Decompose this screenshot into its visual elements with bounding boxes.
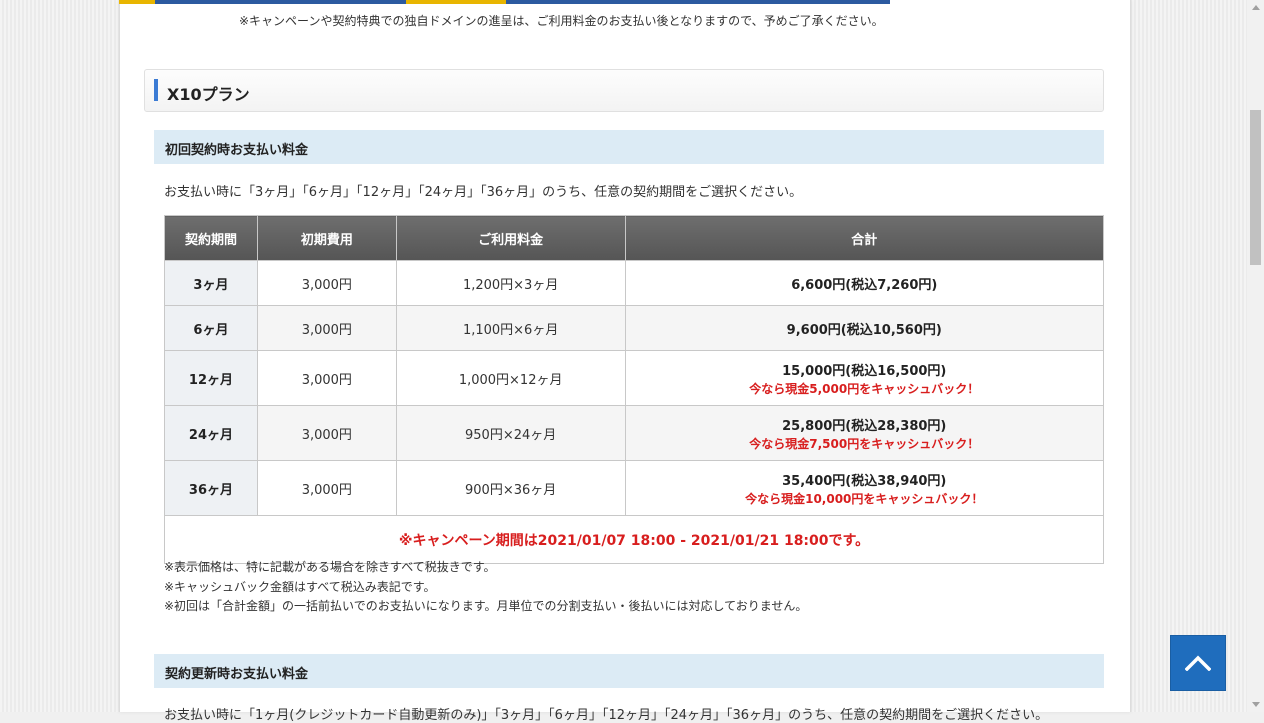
table-header-row: 契約期間 初期費用 ご利用料金 合計 (164, 215, 1105, 261)
header-usage-fee: ご利用料金 (395, 215, 626, 261)
cashback-label: 今なら現金7,500円をキャッシュバック！ (749, 436, 980, 451)
header-period: 契約期間 (164, 215, 258, 261)
row-total: 25,800円(税込28,380円) 今なら現金7,500円をキャッシュバック！ (624, 405, 1105, 461)
cashback-label: 今なら現金5,000円をキャッシュバック！ (749, 381, 980, 396)
row-setup-fee: 3,000円 (256, 350, 397, 406)
table-row: 12ヶ月 3,000円 1,000円×12ヶ月 15,000円(税込16,500… (164, 350, 1105, 406)
back-to-top-button[interactable] (1170, 635, 1226, 691)
row-usage-fee: 1,100円×6ヶ月 (395, 305, 626, 351)
row-period: 24ヶ月 (164, 405, 258, 461)
row-setup-fee: 3,000円 (256, 405, 397, 461)
chevron-up-icon (1185, 655, 1211, 671)
row-setup-fee: 3,000円 (256, 260, 397, 306)
row-total-amount: 9,600円(税込10,560円) (786, 322, 942, 338)
campaign-row: ※キャンペーン期間は2021/01/07 18:00 - 2021/01/21 … (164, 515, 1104, 564)
row-total: 15,000円(税込16,500円) 今なら現金5,000円をキャッシュバック！ (624, 350, 1105, 406)
table-row: 36ヶ月 3,000円 900円×36ヶ月 35,400円(税込38,940円)… (164, 460, 1105, 516)
initial-payment-intro: お支払い時に「3ヶ月」「6ヶ月」「12ヶ月」「24ヶ月」「36ヶ月」のうち、任意… (164, 185, 803, 200)
table-row: 6ヶ月 3,000円 1,100円×6ヶ月 9,600円(税込10,560円) (164, 305, 1105, 351)
scroll-down-arrow-icon[interactable] (1252, 702, 1260, 707)
row-total: 6,600円(税込7,260円) (624, 260, 1105, 306)
header-total: 合計 (624, 215, 1105, 261)
row-period: 3ヶ月 (164, 260, 258, 306)
plan-title: X10プラン (167, 85, 250, 104)
row-total-amount: 6,600円(税込7,260円) (791, 277, 938, 293)
row-total: 35,400円(税込38,940円) 今なら現金10,000円をキャッシュバック… (624, 460, 1105, 516)
title-accent-bar (154, 79, 158, 101)
renewal-payment-intro: お支払い時に「1ヶ月(クレジットカード自動更新のみ)」「3ヶ月」「6ヶ月」「12… (164, 708, 1049, 723)
note-cashback: ※キャッシュバック金額はすべて税込み表記です。 (164, 579, 436, 594)
row-setup-fee: 3,000円 (256, 460, 397, 516)
row-period: 36ヶ月 (164, 460, 258, 516)
row-total-amount: 35,400円(税込38,940円) (782, 473, 947, 489)
initial-payment-title: 初回契約時お支払い料金 (165, 143, 309, 158)
scrollbar-thumb[interactable] (1250, 110, 1261, 265)
campaign-period-text: ※キャンペーン期間は2021/01/07 18:00 - 2021/01/21 … (164, 515, 1104, 564)
row-setup-fee: 3,000円 (256, 305, 397, 351)
cashback-label: 今なら現金10,000円をキャッシュバック！ (745, 491, 984, 506)
scroll-up-arrow-icon[interactable] (1252, 5, 1260, 10)
note-tax: ※表示価格は、特に記載がある場合を除きすべて税抜きです。 (164, 560, 496, 574)
row-total: 9,600円(税込10,560円) (624, 305, 1105, 351)
domain-note: ※キャンペーンや契約特典での独自ドメインの進呈は、ご利用料金のお支払い後となりま… (239, 14, 884, 28)
table-row: 24ヶ月 3,000円 950円×24ヶ月 25,800円(税込28,380円)… (164, 405, 1105, 461)
table-row: 3ヶ月 3,000円 1,200円×3ヶ月 6,600円(税込7,260円) (164, 260, 1105, 306)
row-usage-fee: 1,200円×3ヶ月 (395, 260, 626, 306)
price-table: 契約期間 初期費用 ご利用料金 合計 3ヶ月 3,000円 1,200円×3ヶ月… (164, 215, 1105, 564)
vertical-scrollbar[interactable] (1247, 0, 1264, 712)
plan-title-box: X10プラン (144, 69, 1104, 112)
row-usage-fee: 1,000円×12ヶ月 (395, 350, 626, 406)
row-total-amount: 25,800円(税込28,380円) (782, 418, 947, 434)
header-setup-fee: 初期費用 (256, 215, 397, 261)
row-usage-fee: 950円×24ヶ月 (395, 405, 626, 461)
row-usage-fee: 900円×36ヶ月 (395, 460, 626, 516)
price-notes: ※表示価格は、特に記載がある場合を除きすべて税抜きです。 ※キャッシュバック金額… (164, 558, 807, 617)
row-total-amount: 15,000円(税込16,500円) (782, 363, 947, 379)
renewal-payment-title: 契約更新時お支払い料金 (165, 667, 309, 682)
renewal-payment-heading: 契約更新時お支払い料金 (154, 654, 1104, 688)
banner-bottom-edge[interactable] (119, 0, 890, 4)
note-prepay: ※初回は「合計金額」の一括前払いでのお支払いになります。月単位での分割支払い・後… (164, 599, 808, 613)
row-period: 12ヶ月 (164, 350, 258, 406)
initial-payment-heading: 初回契約時お支払い料金 (154, 130, 1104, 164)
row-period: 6ヶ月 (164, 305, 258, 351)
